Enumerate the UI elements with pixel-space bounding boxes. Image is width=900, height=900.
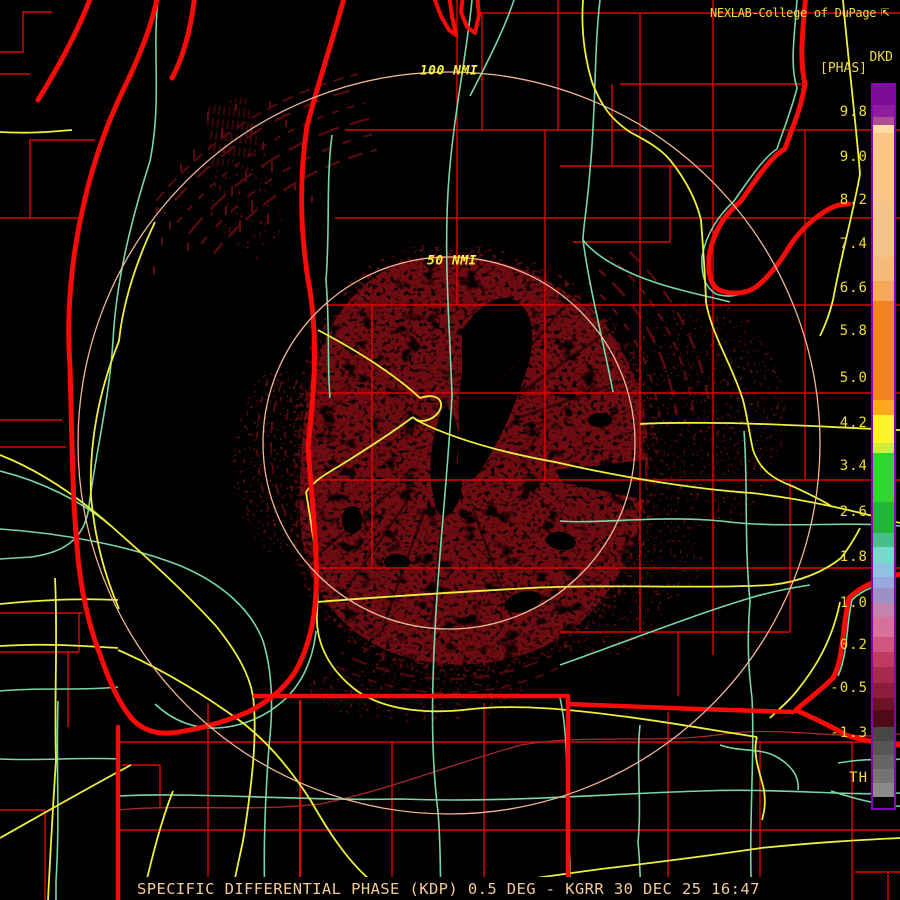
colorbar-segment xyxy=(873,117,894,125)
colorbar-segment xyxy=(873,617,894,637)
colorbar-segment xyxy=(873,125,894,133)
radar-map[interactable] xyxy=(0,0,900,900)
product-units-label: [PHAS] xyxy=(820,61,867,76)
colorbar-segment xyxy=(873,588,894,603)
colorbar-segment xyxy=(873,797,894,808)
header-brand: NEXLAB-College of DuPage xyxy=(710,6,877,20)
colorbar-segment xyxy=(873,257,894,281)
product-code-label: DKD xyxy=(869,50,893,65)
colorbar-segment xyxy=(873,133,894,201)
colorbar-segment xyxy=(873,563,894,577)
colorbar-segment xyxy=(873,453,894,502)
status-bar: SPECIFIC DIFFERENTIAL PHASE (KDP) 0.5 DE… xyxy=(132,877,765,900)
colorbar-segment xyxy=(873,105,894,117)
colorbar-segment xyxy=(873,603,894,617)
colorbar-segment xyxy=(873,301,894,400)
colorbar-segment xyxy=(873,755,894,769)
colorbar-segment xyxy=(873,281,894,301)
river-line xyxy=(117,730,900,811)
colorbar-segment xyxy=(873,577,894,588)
colorbar-segment xyxy=(873,533,894,547)
colorbar-segment xyxy=(873,502,894,533)
colorbar-segment xyxy=(873,400,894,415)
colorbar-segment xyxy=(873,769,894,783)
colorbar-segment xyxy=(873,652,894,667)
colorbar-segment xyxy=(873,85,894,105)
colorbar-segment xyxy=(873,783,894,797)
colorbar-segment xyxy=(873,201,894,257)
colorbar-segment xyxy=(873,698,894,710)
colorbar-segments xyxy=(873,85,894,808)
colorbar-segment xyxy=(873,415,894,443)
colorbar-segment xyxy=(873,683,894,698)
colorbar-segment xyxy=(873,637,894,652)
colorbar-segment xyxy=(873,667,894,683)
colorbar-segment xyxy=(873,547,894,563)
colorbar xyxy=(871,83,896,810)
colorbar-segment xyxy=(873,710,894,727)
cod-logo-icon: ⇱ xyxy=(881,4,890,20)
radar-screen: 100 NMI 50 NMI NEXLAB-College of DuPage ⇱… xyxy=(0,0,900,900)
colorbar-segment xyxy=(873,443,894,453)
colorbar-segment xyxy=(873,741,894,755)
colorbar-segment xyxy=(873,727,894,741)
